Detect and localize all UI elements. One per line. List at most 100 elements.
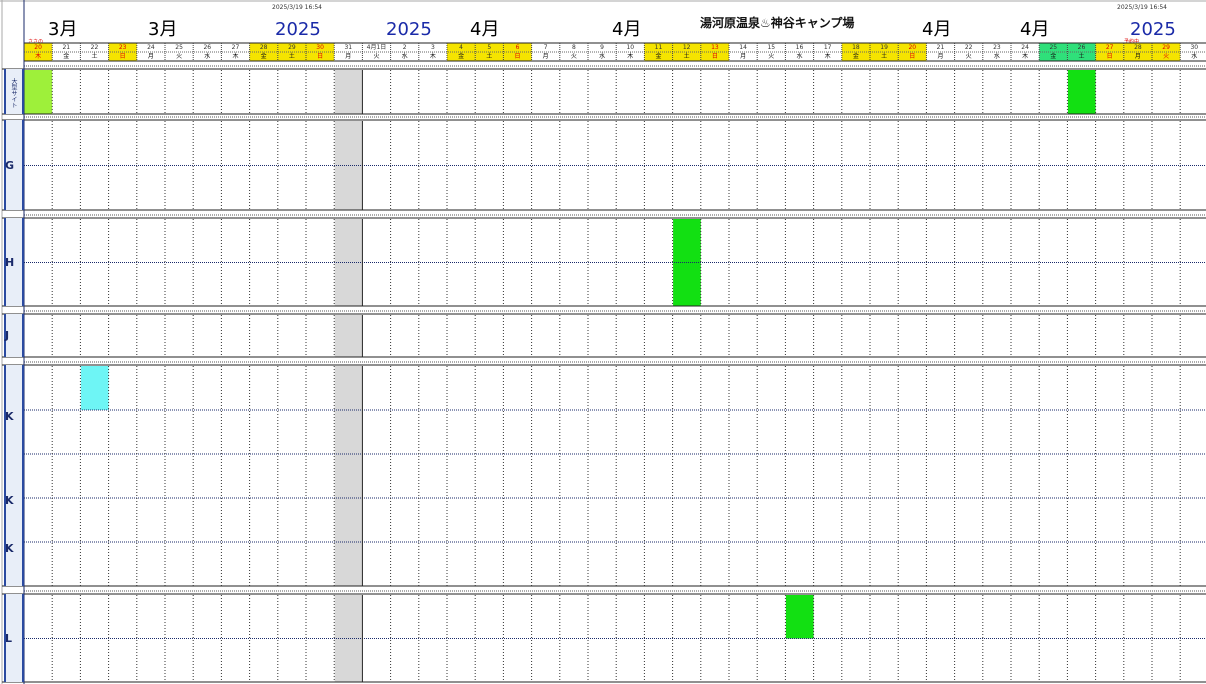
weekday-label: 日 (317, 53, 324, 60)
weekday-label: 日 (909, 53, 916, 60)
day-number[interactable]: 6 (503, 43, 531, 52)
weekday-label: 水 (204, 53, 211, 60)
weekday-label: 月 (345, 53, 352, 60)
day-number[interactable]: 24 (137, 43, 165, 52)
day-number[interactable]: 15 (757, 43, 785, 52)
section-letter: J (5, 329, 10, 342)
weekday-label: 日 (514, 53, 521, 60)
weekday-label: 日 (119, 53, 126, 60)
day-number[interactable]: 23 (983, 43, 1011, 52)
day-number[interactable]: 23 (109, 43, 137, 52)
weekday-label: 火 (965, 53, 972, 60)
weekday-label: 火 (768, 53, 775, 60)
weekday-label: 火 (570, 53, 577, 60)
weekday-label: 水 (993, 53, 1000, 60)
day-number[interactable]: 2 (391, 43, 419, 52)
weekday-label: 水 (1191, 53, 1198, 60)
weekday-label: 土 (683, 53, 690, 60)
weekday-label: 日 (1106, 53, 1113, 60)
weekday-label: 金 (63, 53, 70, 60)
day-number[interactable]: 28 (250, 43, 278, 52)
weekday-label: 月 (147, 53, 154, 60)
weekday-label: 火 (176, 53, 183, 60)
day-number[interactable]: 31 (334, 43, 362, 52)
weekday-label: 木 (627, 53, 634, 60)
weekday-label: 月 (740, 53, 747, 60)
calendar-grid (0, 0, 1206, 684)
day-number[interactable]: 13 (701, 43, 729, 52)
day-number[interactable]: 9 (588, 43, 616, 52)
res-large-1 (24, 70, 53, 114)
weekday-label: 土 (288, 53, 295, 60)
weekday-label: 金 (260, 53, 267, 60)
day-number[interactable]: 25 (165, 43, 193, 52)
day-number[interactable]: 4月1日 (362, 43, 390, 52)
weekday-label: 土 (881, 53, 888, 60)
day-number[interactable]: 18 (842, 43, 870, 52)
day-number[interactable]: 5 (475, 43, 503, 52)
day-number[interactable]: 20 (898, 43, 926, 52)
day-number[interactable]: 17 (814, 43, 842, 52)
day-number[interactable]: 29 (1152, 43, 1180, 52)
weekday-label: 火 (1163, 53, 1170, 60)
day-number[interactable]: 11 (644, 43, 672, 52)
weekday-label: 月 (937, 53, 944, 60)
day-number[interactable]: 28 (1124, 43, 1152, 52)
weekday-label: 水 (401, 53, 408, 60)
day-number[interactable]: 7 (532, 43, 560, 52)
weekday-label: 木 (1022, 53, 1029, 60)
day-number[interactable]: 8 (560, 43, 588, 52)
weekday-label: 木 (232, 53, 239, 60)
day-number[interactable]: 27 (1096, 43, 1124, 52)
large-site-label: 大型サイト (10, 78, 17, 108)
weekday-label: 水 (599, 53, 606, 60)
weekday-label: 金 (1050, 53, 1057, 60)
reservation-sheet: 2025/3/19 16:54 2025/3/19 16:54 湯河原温泉♨神谷… (0, 0, 1206, 684)
day-number[interactable]: 4 (447, 43, 475, 52)
section-letter: K (5, 542, 14, 555)
shaded-column (334, 70, 362, 114)
res-k-1 (80, 366, 109, 410)
day-number[interactable]: 21 (52, 43, 80, 52)
day-number[interactable]: 12 (673, 43, 701, 52)
weekday-label: 金 (458, 53, 465, 60)
weekday-label: 木 (35, 53, 42, 60)
res-l-1 (785, 595, 814, 639)
section-letter: G (5, 158, 15, 172)
weekday-label: 水 (796, 53, 803, 60)
day-number[interactable]: 22 (80, 43, 108, 52)
day-number[interactable]: 21 (926, 43, 954, 52)
section-letter: H (5, 255, 15, 269)
day-number[interactable]: 14 (729, 43, 757, 52)
day-number[interactable]: 16 (785, 43, 813, 52)
weekday-label: 火 (373, 53, 380, 60)
weekday-label: 木 (429, 53, 436, 60)
weekday-label: 月 (1134, 53, 1141, 60)
day-number[interactable]: 29 (278, 43, 306, 52)
weekday-label: 土 (91, 53, 98, 60)
day-number[interactable]: 26 (193, 43, 221, 52)
weekday-label: 木 (824, 53, 831, 60)
shaded-column (334, 366, 362, 586)
day-number[interactable]: 10 (616, 43, 644, 52)
weekday-label: 日 (711, 53, 718, 60)
day-number[interactable]: 30 (1180, 43, 1206, 52)
weekday-label: 月 (542, 53, 549, 60)
day-number[interactable]: 20 (24, 43, 52, 52)
section-letter: L (5, 631, 13, 645)
section-letter: K (5, 494, 14, 507)
res-large-2 (1067, 70, 1096, 114)
weekday-label: 金 (655, 53, 662, 60)
day-number[interactable]: 25 (1039, 43, 1067, 52)
section-letter: K (5, 410, 14, 423)
weekday-label: 金 (852, 53, 859, 60)
day-number[interactable]: 22 (955, 43, 983, 52)
day-number[interactable]: 26 (1067, 43, 1095, 52)
day-number[interactable]: 30 (306, 43, 334, 52)
day-number[interactable]: 24 (1011, 43, 1039, 52)
weekday-label: 土 (1078, 53, 1085, 60)
day-number[interactable]: 27 (221, 43, 249, 52)
shaded-column (334, 315, 362, 357)
day-number[interactable]: 3 (419, 43, 447, 52)
day-number[interactable]: 19 (870, 43, 898, 52)
